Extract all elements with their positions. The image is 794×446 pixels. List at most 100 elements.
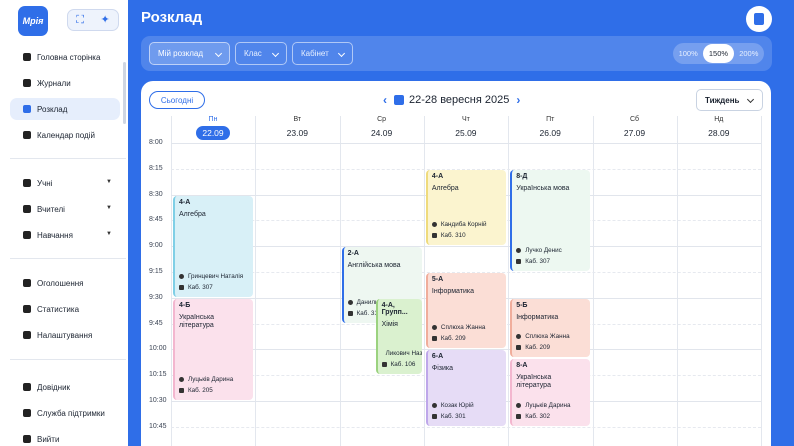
next-week-icon[interactable]: › xyxy=(516,93,520,107)
lesson-group: 5-А xyxy=(431,276,444,283)
day-name: Пт xyxy=(546,116,555,123)
lesson-subject: Інформатика xyxy=(516,313,559,321)
sidebar-item-headset[interactable]: Служба підтримки xyxy=(10,402,120,424)
day-date: 25.09 xyxy=(455,128,477,138)
sidebar-item-home[interactable]: Головна сторінка xyxy=(10,46,120,68)
time-label: 8:45 xyxy=(149,216,163,224)
sidebar-item-calendar[interactable]: Календар подій xyxy=(10,124,120,146)
period-navigator: ‹ 22-28 вересня 2025 › xyxy=(376,91,527,109)
chevron-down-icon xyxy=(746,95,755,104)
class-select[interactable]: Клас xyxy=(235,42,287,65)
calendar-card: Пн 22.09 Вт 23.09 Ср 24.09 Чт 25.09 Пт 26.09 Сб 27.… xyxy=(141,81,771,446)
day-date: 26.09 xyxy=(539,128,561,138)
time-label: 10:45 xyxy=(149,422,167,430)
pin-icon[interactable]: ✦ xyxy=(101,14,110,26)
day-date: 24.09 xyxy=(370,128,393,138)
room-icon xyxy=(179,284,184,290)
divider xyxy=(10,258,126,259)
sidebar-item-students[interactable]: Учні ▼ xyxy=(10,172,120,194)
lesson-room: Каб. 302 xyxy=(525,412,550,420)
gear-icon xyxy=(23,331,31,339)
room-icon xyxy=(347,310,353,316)
lesson-event[interactable]: 8-Д Українська мова Лучко Денис Каб. 307 xyxy=(510,169,591,271)
lesson-teacher: Лучко Денис xyxy=(525,246,562,254)
calendar-icon xyxy=(23,131,31,139)
lesson-group: 6-А xyxy=(431,353,444,361)
lesson-teacher: Гринцевич Наталія xyxy=(188,272,244,280)
day-header[interactable]: Сб 27.09 xyxy=(593,116,677,141)
lesson-event[interactable]: 6-А Фізика Козак Юрій Каб. 301 xyxy=(425,350,507,426)
lesson-event[interactable]: 4-Б Українська література Луцьків Дарина Ка… xyxy=(173,298,254,400)
view-select[interactable]: Тиждень xyxy=(696,89,763,111)
room-icon xyxy=(179,387,184,393)
day-column-divider xyxy=(508,116,510,446)
room-select[interactable]: Кабінет xyxy=(292,42,353,65)
lesson-group: 2-А xyxy=(347,250,359,258)
logout-icon xyxy=(23,435,31,443)
today-button[interactable]: Сьогодні xyxy=(149,91,205,109)
zoom-option-200[interactable]: 200% xyxy=(734,44,764,63)
lesson-event[interactable]: 5-А Інформатика Сплюха Жанна Каб. 209 xyxy=(425,273,507,349)
schedule-select-label: Мій розклад xyxy=(158,49,203,58)
sidebar-scrollbar[interactable] xyxy=(123,62,126,124)
sidebar-item-teachers[interactable]: Вчителі ▼ xyxy=(10,198,120,220)
home-icon xyxy=(23,53,31,61)
lesson-event[interactable]: 8-А Українська література Луцьків Дарина Ка… xyxy=(510,359,591,426)
week-grid: Пн 22.09 Вт 23.09 Ср 24.09 Чт 25.09 Пт 26.09 Сб 27.… xyxy=(141,81,771,446)
lesson-room: Каб. 307 xyxy=(525,257,550,265)
zoom-option-100[interactable]: 100% xyxy=(673,44,703,63)
time-gridline xyxy=(171,426,761,428)
teacher-icon xyxy=(516,333,522,339)
sidebar-item-journal[interactable]: Журнали xyxy=(10,72,120,94)
lesson-event[interactable]: 5-Б Інформатика Сплюха Жанна Каб. 209 xyxy=(510,298,591,357)
filter-bar: Мій розклад Клас Кабінет 100% 150% 200% xyxy=(141,36,772,71)
nav-group-system: Оголошення Статистика Налаштування xyxy=(10,272,120,350)
nav-group-main: Головна сторінка Журнали Розклад Календар п… xyxy=(10,46,120,150)
day-header[interactable]: Чт 25.09 xyxy=(424,116,508,141)
lesson-room: Каб. 307 xyxy=(188,283,213,291)
lesson-event[interactable]: 4-А, Групп... Хімія Ликович Назар Каб. 106 xyxy=(375,298,422,375)
app-logo[interactable]: Мрія xyxy=(18,6,48,36)
chevron-down-icon xyxy=(271,49,280,58)
chevron-down-icon: ▼ xyxy=(106,179,112,185)
day-header[interactable]: Вт 23.09 xyxy=(255,116,339,141)
sidebar-item-statistics[interactable]: Статистика xyxy=(10,298,120,320)
time-label: 8:15 xyxy=(149,164,163,172)
time-label: 10:30 xyxy=(149,397,167,404)
lesson-teacher: Луцьків Дарина xyxy=(525,401,571,409)
schedule-select[interactable]: Мій розклад xyxy=(149,42,230,65)
profile-button[interactable] xyxy=(746,6,772,32)
fullscreen-icon[interactable]: ⛶ xyxy=(76,14,84,26)
room-icon xyxy=(431,336,437,342)
students-icon xyxy=(23,179,31,187)
sidebar-item-logout[interactable]: Вийти xyxy=(10,428,120,446)
lesson-group: 4-Б xyxy=(179,301,191,309)
sidebar-item-education[interactable]: Навчання ▼ xyxy=(10,224,120,246)
lesson-teacher: Ликович Назар xyxy=(385,350,422,358)
day-header[interactable]: Нд 28.09 xyxy=(677,116,761,141)
lesson-event[interactable]: 4-А Алгебра Гринцевич Наталія Каб. 307 xyxy=(173,195,254,297)
sidebar-item-label: Оголошення xyxy=(37,278,84,288)
sidebar-item-announcement[interactable]: Оголошення xyxy=(10,272,120,294)
sidebar-item-schedule[interactable]: Розклад xyxy=(10,98,120,120)
day-column-divider xyxy=(171,116,172,446)
day-date: 22.09 xyxy=(196,126,230,140)
journal-icon xyxy=(23,79,31,87)
zoom-option-150[interactable]: 150% xyxy=(703,44,734,63)
day-header[interactable]: Пт 26.09 xyxy=(508,116,592,141)
lesson-event[interactable]: 4-А Алгебра Кандиба Корній Каб. 310 xyxy=(425,169,507,246)
room-icon xyxy=(381,362,387,368)
chevron-down-icon: ▼ xyxy=(106,205,112,211)
day-header[interactable]: Пн 22.09 xyxy=(171,116,255,141)
teacher-icon xyxy=(179,376,184,382)
prev-week-icon[interactable]: ‹ xyxy=(383,93,387,107)
sidebar: Мрія ⛶ ✦ Головна сторінка Журнали Розклад К… xyxy=(0,0,128,446)
lesson-teacher: Сплюха Жанна xyxy=(440,324,486,332)
time-gridline xyxy=(171,143,761,144)
sidebar-item-gear[interactable]: Налаштування xyxy=(10,324,120,346)
page-title: Розклад xyxy=(141,9,203,26)
lesson-subject: Українська мова xyxy=(516,184,570,192)
day-header[interactable]: Ср 24.09 xyxy=(340,116,424,141)
sidebar-item-help[interactable]: Довідник xyxy=(10,376,120,398)
lesson-room: Каб. 209 xyxy=(440,335,466,343)
